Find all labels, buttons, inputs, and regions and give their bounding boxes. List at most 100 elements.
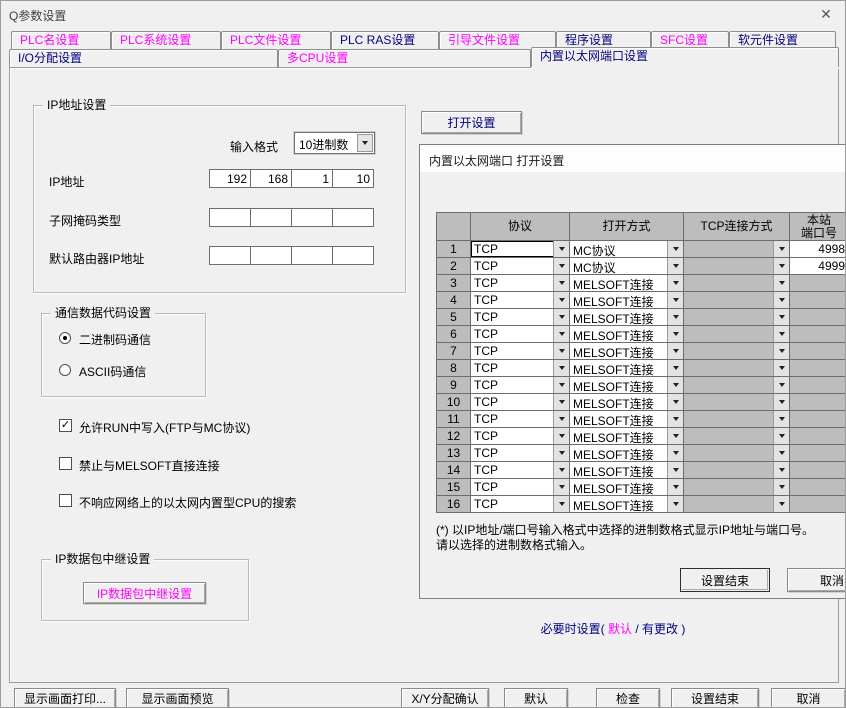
button-显示画面预览[interactable]: 显示画面预览 — [126, 688, 229, 708]
host-port-field[interactable] — [790, 343, 846, 360]
dropdown-arrow-icon[interactable] — [667, 428, 683, 444]
dropdown-arrow-icon[interactable] — [773, 275, 789, 291]
dropdown-arrow-icon[interactable] — [667, 258, 683, 274]
dropdown-arrow-icon[interactable] — [553, 428, 569, 444]
host-port-field[interactable] — [790, 445, 846, 462]
dropdown-arrow-icon[interactable] — [667, 462, 683, 478]
dropdown-arrow-icon[interactable] — [667, 241, 683, 257]
ip-octet-field[interactable] — [209, 208, 251, 227]
ip-octet-field[interactable]: 10 — [332, 169, 374, 188]
ip-octet-field[interactable] — [209, 246, 251, 265]
dropdown-arrow-icon[interactable] — [667, 411, 683, 427]
protocol-select[interactable]: TCP — [471, 377, 570, 394]
tcp-mode-select[interactable] — [684, 411, 790, 428]
dropdown-arrow-icon[interactable] — [667, 343, 683, 359]
open-method-select[interactable]: MELSOFT连接 — [570, 292, 684, 309]
dropdown-arrow-icon[interactable] — [773, 343, 789, 359]
open-method-select[interactable]: MELSOFT连接 — [570, 428, 684, 445]
dropdown-arrow-icon[interactable] — [553, 496, 569, 512]
ip-octet-field[interactable]: 192 — [209, 169, 251, 188]
protocol-select[interactable]: TCP — [471, 241, 570, 258]
tab-内置以太网端口设置[interactable]: 内置以太网端口设置 — [531, 47, 839, 67]
open-dialog-ok-button[interactable]: 设置结束 — [680, 568, 770, 592]
dropdown-arrow-icon[interactable] — [773, 394, 789, 410]
ip-relay-settings-button[interactable]: IP数据包中继设置 — [83, 582, 206, 604]
protocol-select[interactable]: TCP — [471, 292, 570, 309]
tcp-mode-select[interactable] — [684, 428, 790, 445]
tcp-mode-select[interactable] — [684, 479, 790, 496]
dropdown-arrow-icon[interactable] — [773, 479, 789, 495]
dropdown-arrow-icon[interactable] — [553, 479, 569, 495]
open-method-select[interactable]: MELSOFT连接 — [570, 462, 684, 479]
open-method-select[interactable]: MELSOFT连接 — [570, 411, 684, 428]
open-method-select[interactable]: MC协议 — [570, 258, 684, 275]
ip-octet-field[interactable] — [291, 208, 333, 227]
tab-PLC系统设置[interactable]: PLC系统设置 — [111, 31, 221, 49]
open-method-select[interactable]: MELSOFT连接 — [570, 445, 684, 462]
open-method-select[interactable]: MELSOFT连接 — [570, 479, 684, 496]
ip-octet-field[interactable] — [332, 208, 374, 227]
dropdown-arrow-icon[interactable] — [773, 326, 789, 342]
tcp-mode-select[interactable] — [684, 258, 790, 275]
button-检查[interactable]: 检查 — [596, 688, 660, 708]
dropdown-arrow-icon[interactable] — [553, 258, 569, 274]
protocol-select[interactable]: TCP — [471, 343, 570, 360]
open-method-select[interactable]: MELSOFT连接 — [570, 377, 684, 394]
dropdown-arrow-icon[interactable] — [667, 360, 683, 376]
dropdown-arrow-icon[interactable] — [553, 377, 569, 393]
dropdown-arrow-icon[interactable] — [553, 445, 569, 461]
dropdown-arrow-icon[interactable] — [667, 309, 683, 325]
open-method-select[interactable]: MELSOFT连接 — [570, 360, 684, 377]
dropdown-arrow-icon[interactable] — [553, 360, 569, 376]
host-port-field[interactable] — [790, 496, 846, 513]
button-取消[interactable]: 取消 — [771, 688, 846, 708]
host-port-field[interactable] — [790, 479, 846, 496]
dropdown-arrow-icon[interactable] — [773, 292, 789, 308]
tcp-mode-select[interactable] — [684, 445, 790, 462]
tcp-mode-select[interactable] — [684, 343, 790, 360]
host-port-field[interactable]: 4998 — [790, 241, 846, 258]
protocol-select[interactable]: TCP — [471, 496, 570, 513]
dropdown-arrow-icon[interactable] — [773, 428, 789, 444]
protocol-select[interactable]: TCP — [471, 462, 570, 479]
open-method-select[interactable]: MELSOFT连接 — [570, 309, 684, 326]
dropdown-arrow-icon[interactable] — [773, 241, 789, 257]
tcp-mode-select[interactable] — [684, 496, 790, 513]
host-port-field[interactable] — [790, 360, 846, 377]
ip-octet-field[interactable] — [291, 246, 333, 265]
protocol-select[interactable]: TCP — [471, 326, 570, 343]
dropdown-arrow-icon[interactable] — [553, 309, 569, 325]
dropdown-arrow-icon[interactable] — [553, 326, 569, 342]
dropdown-arrow-icon[interactable] — [773, 258, 789, 274]
button-默认[interactable]: 默认 — [504, 688, 568, 708]
dropdown-arrow-icon[interactable] — [667, 479, 683, 495]
dropdown-arrow-icon[interactable] — [773, 309, 789, 325]
dropdown-arrow-icon[interactable] — [773, 411, 789, 427]
dropdown-arrow-icon[interactable] — [667, 275, 683, 291]
input-format-select[interactable]: 10进制数 — [294, 132, 375, 154]
tab-PLC名设置[interactable]: PLC名设置 — [11, 31, 111, 49]
open-method-select[interactable]: MELSOFT连接 — [570, 394, 684, 411]
protocol-select[interactable]: TCP — [471, 479, 570, 496]
tcp-mode-select[interactable] — [684, 377, 790, 394]
tcp-mode-select[interactable] — [684, 326, 790, 343]
ip-octet-field[interactable] — [332, 246, 374, 265]
ip-octet-field[interactable] — [250, 246, 292, 265]
dropdown-arrow-icon[interactable] — [667, 394, 683, 410]
open-dialog-cancel-button[interactable]: 取消 — [787, 568, 846, 592]
dropdown-arrow-icon[interactable] — [553, 275, 569, 291]
dropdown-arrow-icon[interactable] — [553, 394, 569, 410]
open-method-select[interactable]: MELSOFT连接 — [570, 326, 684, 343]
host-port-field[interactable] — [790, 462, 846, 479]
radio-二进制码通信[interactable] — [59, 332, 71, 344]
protocol-select[interactable]: TCP — [471, 428, 570, 445]
tcp-mode-select[interactable] — [684, 241, 790, 258]
button-设置结束[interactable]: 设置结束 — [671, 688, 759, 708]
host-port-field[interactable] — [790, 309, 846, 326]
open-method-select[interactable]: MELSOFT连接 — [570, 343, 684, 360]
dropdown-arrow-icon[interactable] — [773, 496, 789, 512]
host-port-field[interactable] — [790, 411, 846, 428]
checkbox-不响应网络上的以太网内置型CPU的搜索[interactable] — [59, 494, 72, 507]
open-method-select[interactable]: MELSOFT连接 — [570, 496, 684, 513]
protocol-select[interactable]: TCP — [471, 411, 570, 428]
